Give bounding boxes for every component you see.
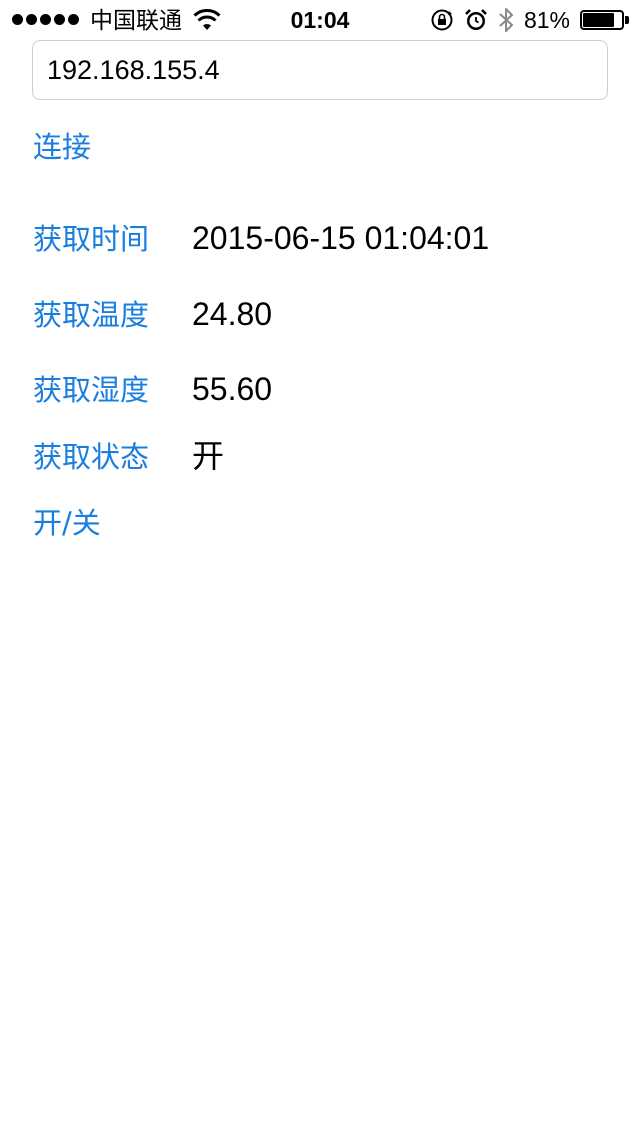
alarm-icon (465, 9, 487, 30)
state-value: 开 (192, 437, 225, 475)
temperature-value: 24.80 (192, 296, 273, 332)
on-off-toggle-button[interactable]: 开/关 (33, 506, 101, 540)
ip-address-input[interactable] (32, 40, 608, 100)
battery-percentage: 81% (523, 7, 570, 33)
connect-button[interactable]: 连接 (33, 130, 91, 164)
time-value: 2015-06-15 01:04:01 (192, 220, 490, 256)
humidity-value: 55.60 (192, 371, 273, 407)
get-time-button[interactable]: 获取时间 (33, 222, 149, 256)
get-humidity-button[interactable]: 获取湿度 (33, 373, 149, 407)
rotation-lock-icon (431, 9, 453, 31)
get-state-button[interactable]: 获取状态 (33, 440, 149, 474)
bluetooth-icon (499, 8, 513, 32)
battery-icon (580, 10, 630, 30)
get-temperature-button[interactable]: 获取温度 (33, 298, 149, 332)
status-bar: 中国联通 01:04 81% (0, 0, 640, 40)
